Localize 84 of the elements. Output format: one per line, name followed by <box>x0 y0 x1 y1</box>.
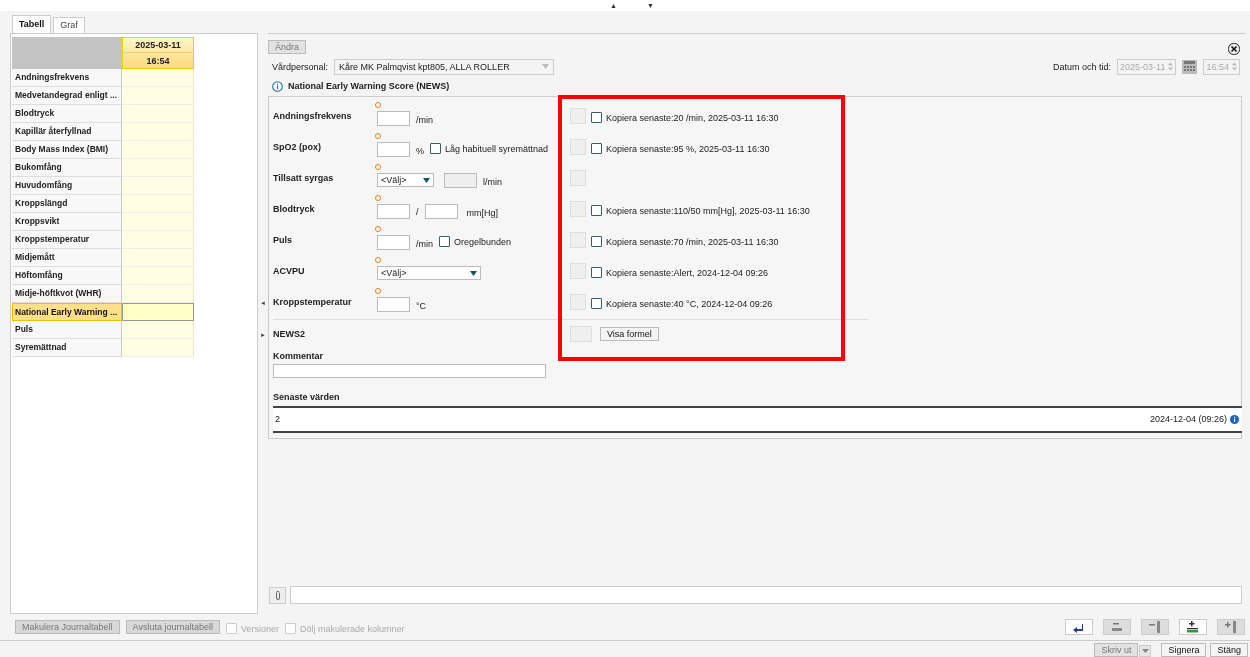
dot-icon <box>375 101 381 108</box>
toolbar-button[interactable] <box>1065 619 1093 636</box>
paperclip-icon <box>273 589 282 601</box>
formula-button[interactable]: Visa formel <box>600 326 659 341</box>
unit-label: /min <box>416 239 433 250</box>
form-title: National Early Warning Score (NEWS) <box>288 81 450 92</box>
toolbar-button[interactable] <box>1179 619 1207 636</box>
copy-checkbox[interactable]: Kopiera senaste:110/50 mm[Hg], 2025-03-11 16:30 <box>591 205 810 217</box>
value-box <box>570 108 586 125</box>
unit-label: mm[Hg] <box>466 208 498 219</box>
value-box <box>570 263 586 280</box>
dropdown-button[interactable] <box>1139 645 1152 657</box>
caret-icon <box>470 270 477 276</box>
minus-row-icon <box>1110 622 1124 633</box>
copy-checkbox[interactable]: Kopiera senaste:40 °C, 2024-12-04 09:26 <box>591 298 773 310</box>
date-column-header[interactable]: 2025-03-11 16:54 <box>122 36 194 69</box>
value-box <box>570 232 586 249</box>
info-icon[interactable] <box>1230 414 1239 424</box>
input-field[interactable] <box>377 296 410 312</box>
field-label: Puls <box>273 235 293 246</box>
caret-icon <box>423 177 430 183</box>
input-field[interactable] <box>377 110 410 126</box>
header-time: 16:54 <box>123 52 193 68</box>
close-icon[interactable] <box>1228 42 1240 55</box>
latest-date: 2024-12-04 (09:26) <box>1149 414 1227 425</box>
field-label: NEWS2 <box>273 328 306 339</box>
copy-checkbox[interactable]: Kopiera senaste:95 %, 2025-03-11 16:30 <box>591 143 770 155</box>
value-box <box>570 294 586 311</box>
datetime-label: Datum och tid: <box>1053 61 1112 72</box>
header-date: 2025-03-11 <box>134 39 182 53</box>
field-label: Blodtryck <box>273 204 316 215</box>
option-checkbox[interactable]: Oregelbunden <box>439 236 512 248</box>
score-box <box>570 325 592 342</box>
dot-icon <box>375 194 381 201</box>
value-box <box>570 139 586 156</box>
dropdown[interactable]: <Välj> <box>377 173 434 188</box>
attachment-field[interactable] <box>290 586 1242 605</box>
field-label: Kroppstemperatur <box>273 297 353 308</box>
copy-checkbox[interactable]: Kopiera senaste:Alert, 2024-12-04 09:26 <box>591 267 769 279</box>
plus-column-icon <box>1224 621 1238 634</box>
tab[interactable]: Graf <box>53 16 85 33</box>
plus-row-icon <box>1186 621 1200 634</box>
unit-label: /min <box>416 115 433 126</box>
attachment-button[interactable] <box>269 586 286 604</box>
field-label: SpO2 (pox) <box>273 142 322 153</box>
spinner-icon <box>1168 62 1174 72</box>
input-field[interactable] <box>377 234 410 250</box>
dot-icon <box>375 257 381 264</box>
input-field[interactable] <box>377 203 410 219</box>
copy-checkbox[interactable]: Kopiera senaste:20 /min, 2025-03-11 16:30 <box>591 112 779 124</box>
dot-icon <box>375 287 381 294</box>
field-label: ACVPU <box>273 266 306 277</box>
field-label: Andningsfrekvens <box>273 111 353 122</box>
separator-label: / <box>416 207 419 218</box>
calendar-icon[interactable] <box>1182 59 1198 74</box>
tab[interactable]: Tabell <box>12 14 52 33</box>
comment-label: Kommentar <box>273 350 324 361</box>
footer-button[interactable]: Stäng <box>1210 643 1248 657</box>
dot-icon <box>375 163 381 170</box>
dot-icon <box>375 225 381 232</box>
dot-icon <box>375 132 381 139</box>
minus-column-icon <box>1148 621 1162 634</box>
field-label: Tillsatt syrgas <box>273 173 335 184</box>
dropdown[interactable]: <Välj> <box>377 266 481 281</box>
footer-button[interactable]: Signera <box>1161 643 1207 657</box>
unit-label: % <box>416 146 424 157</box>
info-icon <box>272 80 283 92</box>
input-field[interactable] <box>424 203 458 219</box>
staff-dropdown[interactable]: Kåre MK Palmqvist kpt805, ALLA ROLLER <box>334 58 555 75</box>
value-box <box>570 201 586 218</box>
caret-icon <box>542 64 550 70</box>
latest-values-label: Senaste värden <box>273 391 341 402</box>
caret-icon <box>1141 649 1149 653</box>
latest-value: 2 <box>275 414 280 425</box>
unit-label: °C <box>416 301 427 312</box>
spinner-icon <box>1232 62 1237 72</box>
return-arrow-icon <box>1072 621 1086 633</box>
staff-label: Vårdpersonal: <box>272 61 329 72</box>
option-checkbox[interactable]: Låg habituell syremättnad <box>430 143 549 155</box>
unit-label: l/min <box>483 177 502 188</box>
value-box <box>570 170 586 187</box>
copy-checkbox[interactable]: Kopiera senaste:70 /min, 2025-03-11 16:30 <box>591 236 779 248</box>
comment-field[interactable] <box>273 363 546 378</box>
input-field[interactable] <box>377 141 410 157</box>
